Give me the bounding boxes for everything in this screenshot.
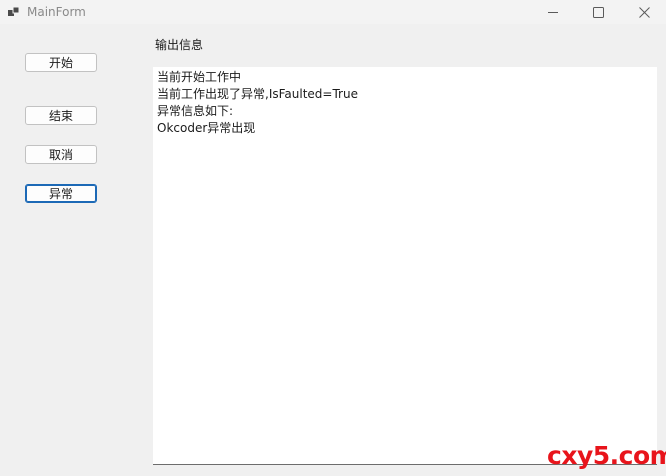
maximize-button[interactable] bbox=[578, 0, 618, 24]
output-line: 当前工作出现了异常,IsFaulted=True bbox=[157, 87, 358, 101]
app-icon bbox=[8, 6, 20, 16]
output-line: 当前开始工作中 bbox=[157, 70, 242, 84]
title-bar[interactable]: MainForm bbox=[0, 0, 666, 24]
watermark-text: cxy5.com bbox=[547, 441, 666, 470]
close-button[interactable] bbox=[624, 0, 664, 24]
cancel-button[interactable]: 取消 bbox=[25, 145, 97, 164]
form-client-area: 开始 结束 取消 异常 输出信息 当前开始工作中 当前工作出现了异常,IsFau… bbox=[0, 24, 666, 476]
error-button[interactable]: 异常 bbox=[25, 184, 97, 203]
output-textbox[interactable]: 当前开始工作中 当前工作出现了异常,IsFaulted=True 异常信息如下:… bbox=[153, 67, 657, 465]
minimize-icon bbox=[548, 12, 558, 13]
maximize-icon bbox=[592, 6, 604, 18]
window-title: MainForm bbox=[27, 5, 86, 19]
minimize-button[interactable] bbox=[533, 0, 573, 24]
start-button[interactable]: 开始 bbox=[25, 53, 97, 72]
end-button[interactable]: 结束 bbox=[25, 106, 97, 125]
close-icon bbox=[638, 6, 650, 18]
output-line: Okcoder异常出现 bbox=[157, 121, 256, 135]
output-label: 输出信息 bbox=[155, 38, 204, 52]
output-line: 异常信息如下: bbox=[157, 104, 234, 118]
